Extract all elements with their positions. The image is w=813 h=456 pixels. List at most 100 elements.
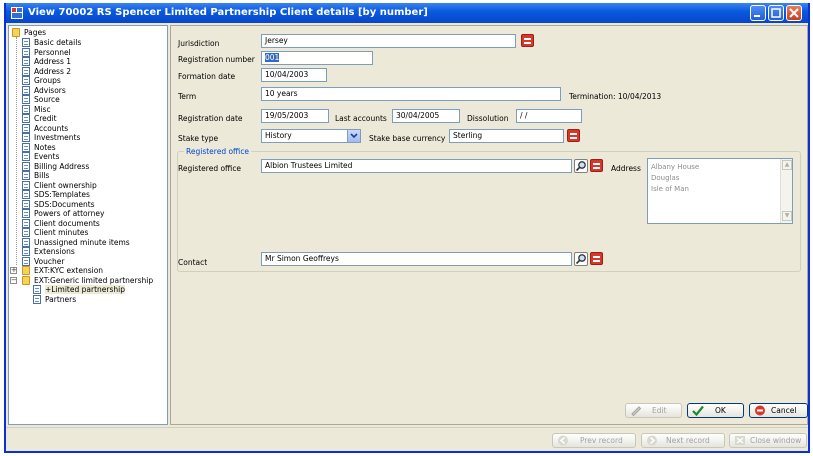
page-icon — [22, 47, 30, 57]
close-window-icon — [735, 436, 745, 445]
page-icon — [33, 294, 41, 304]
contact-lookup-button[interactable] — [574, 252, 588, 266]
tree-expander[interactable]: + — [10, 267, 17, 274]
currency-list-icon[interactable] — [567, 129, 580, 142]
address-scrollbar[interactable]: ▲ ▼ — [780, 159, 792, 223]
cancel-icon — [755, 405, 765, 416]
page-icon — [22, 171, 30, 180]
ok-button[interactable]: OK — [687, 403, 744, 418]
registration-date-field[interactable]: 19/05/2003 — [261, 109, 329, 123]
registration-number-value: 001 — [265, 53, 280, 62]
page-icon — [22, 180, 30, 190]
minimize-button[interactable] — [750, 5, 766, 21]
page-icon — [22, 247, 30, 256]
tree-expander[interactable]: − — [10, 276, 17, 284]
registered-office-lookup-button[interactable] — [574, 159, 588, 173]
close-window-button[interactable]: Close window — [729, 433, 807, 448]
page-icon — [22, 114, 30, 123]
term-label: Term — [178, 92, 197, 101]
tree-connector — [16, 37, 17, 265]
page-icon — [22, 228, 30, 237]
folder-icon — [22, 275, 30, 285]
page-icon — [22, 237, 30, 247]
prev-record-button[interactable]: Prev record — [552, 433, 636, 448]
next-record-button[interactable]: Next record — [641, 433, 725, 448]
last-accounts-label: Last accounts — [335, 114, 387, 123]
formation-date-field[interactable]: 10/04/2003 — [261, 68, 327, 82]
page-icon — [22, 66, 30, 76]
edit-page-icon — [33, 285, 41, 294]
page-icon — [22, 76, 30, 85]
page-icon — [22, 199, 30, 209]
edit-button[interactable]: Edit — [625, 403, 682, 418]
scroll-down-icon[interactable]: ▼ — [782, 211, 792, 221]
page-icon — [22, 95, 30, 104]
page-icon — [22, 209, 30, 218]
page-icon — [22, 38, 30, 47]
jurisdiction-list-icon[interactable] — [521, 34, 534, 47]
page-icon — [22, 133, 30, 142]
address-box[interactable]: Albany House Douglas Isle of Man ▲ ▼ — [647, 158, 793, 224]
pencil-icon — [631, 406, 642, 416]
term-field[interactable]: 10 years — [261, 87, 561, 101]
search-icon — [575, 161, 586, 172]
registration-number-field[interactable]: 001 — [261, 51, 373, 65]
close-button[interactable] — [786, 5, 802, 21]
registered-office-label: Registered office — [178, 164, 242, 173]
page-icon — [22, 104, 30, 114]
page-icon — [22, 123, 30, 133]
registered-office-group-title: Registered office — [184, 147, 252, 156]
contact-label: Contact — [178, 258, 208, 267]
cancel-button[interactable]: Cancel — [749, 403, 808, 418]
address-label: Address — [611, 164, 641, 173]
page-icon — [22, 85, 30, 95]
last-accounts-field[interactable]: 30/04/2005 — [392, 109, 460, 123]
arrow-right-icon — [647, 435, 657, 446]
maximize-button[interactable] — [768, 5, 784, 21]
termination-label: Termination: 10/04/2013 — [569, 92, 662, 101]
scroll-up-icon[interactable]: ▲ — [782, 160, 792, 170]
page-icon — [22, 256, 30, 266]
stake-type-dropdown-button[interactable] — [347, 129, 361, 143]
title-bar[interactable]: View 70002 RS Spencer Limited Partnershi… — [6, 3, 808, 23]
details-panel: Jurisdiction Jersey Registration number … — [170, 25, 808, 425]
page-icon — [22, 190, 30, 199]
page-icon — [22, 218, 30, 228]
close-icon — [789, 8, 799, 18]
address-line: Isle of Man — [651, 185, 689, 193]
maximize-icon — [771, 8, 781, 18]
contact-field[interactable]: Mr Simon Geoffreys — [261, 252, 572, 266]
page-icon — [22, 57, 30, 66]
page-icon — [22, 142, 30, 152]
folder-open-icon — [12, 28, 20, 37]
app-icon — [11, 7, 23, 19]
address-line: Albany House — [651, 163, 700, 171]
dissolution-field[interactable]: / / — [516, 109, 582, 123]
address-line: Douglas — [651, 174, 680, 182]
registered-office-field[interactable]: Albion Trustees Limited — [261, 159, 572, 173]
dissolution-label: Dissolution — [467, 114, 509, 123]
registered-office-list-icon[interactable] — [590, 159, 603, 172]
folder-icon — [22, 266, 30, 275]
stake-type-label: Stake type — [178, 134, 219, 143]
jurisdiction-field[interactable]: Jersey — [261, 34, 516, 48]
stake-base-currency-label: Stake base currency — [369, 134, 446, 143]
window-title: View 70002 RS Spencer Limited Partnershi… — [28, 7, 428, 18]
checkmark-icon — [692, 405, 704, 416]
stake-type-select[interactable]: History — [261, 129, 361, 143]
jurisdiction-label: Jurisdiction — [178, 39, 220, 48]
navigation-bar: Prev record Next record Close window — [6, 427, 808, 451]
arrow-left-icon — [558, 435, 568, 446]
page-icon — [22, 161, 30, 171]
registration-date-label: Registration date — [178, 114, 243, 123]
chevron-down-icon — [350, 133, 358, 139]
search-icon — [575, 254, 586, 265]
stake-base-currency-field[interactable]: Sterling — [449, 129, 564, 143]
minimize-icon — [754, 15, 760, 17]
registration-number-label: Registration number — [178, 55, 255, 64]
client-details-window: View 70002 RS Spencer Limited Partnershi… — [4, 3, 810, 453]
page-icon — [22, 152, 30, 161]
formation-date-label: Formation date — [178, 72, 236, 81]
pages-tree: Pages Basic details Personnel Address 1 Addr… — [8, 25, 168, 425]
contact-list-icon[interactable] — [590, 252, 603, 265]
